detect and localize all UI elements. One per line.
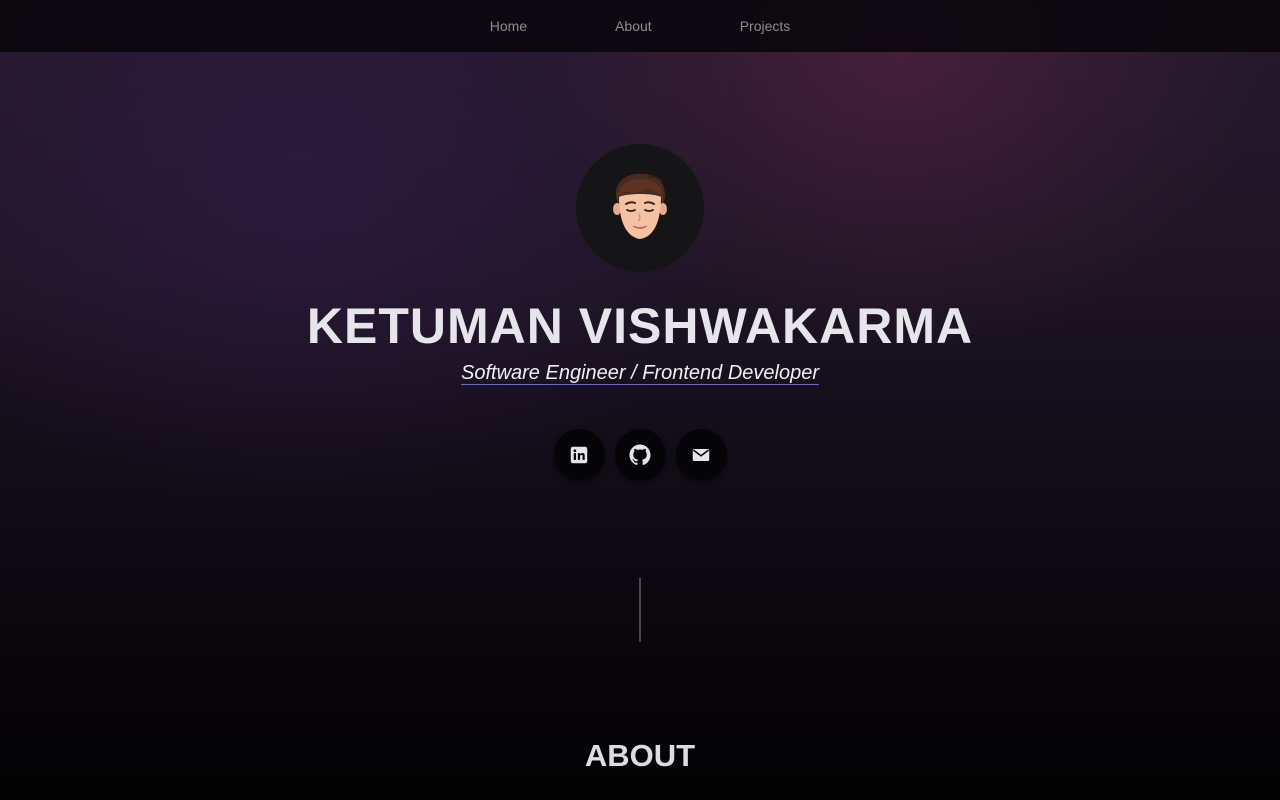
email-button[interactable] [675,429,727,480]
github-icon [629,443,651,465]
cartoon-avatar-icon [613,173,667,239]
social-links [0,429,1280,480]
nav-about-link[interactable]: About [615,18,652,34]
linkedin-button[interactable] [553,429,605,480]
profile-tagline: Software Engineer / Frontend Developer [0,362,1280,385]
github-button[interactable] [614,429,666,480]
mail-icon [692,448,710,461]
scroll-indicator-line [639,578,641,642]
about-section-title: ABOUT [584,738,696,773]
hero-section: KETUMAN VISHWAKARMA Software Engineer / … [0,0,1280,800]
top-navbar: Home About Projects [0,0,1280,52]
tagline-text: Software Engineer / Frontend Developer [461,362,819,385]
avatar [576,144,704,272]
linkedin-icon [570,446,588,463]
nav-projects-link[interactable]: Projects [740,18,791,34]
nav-home-link[interactable]: Home [490,18,527,34]
profile-name: KETUMAN VISHWAKARMA [306,298,974,354]
